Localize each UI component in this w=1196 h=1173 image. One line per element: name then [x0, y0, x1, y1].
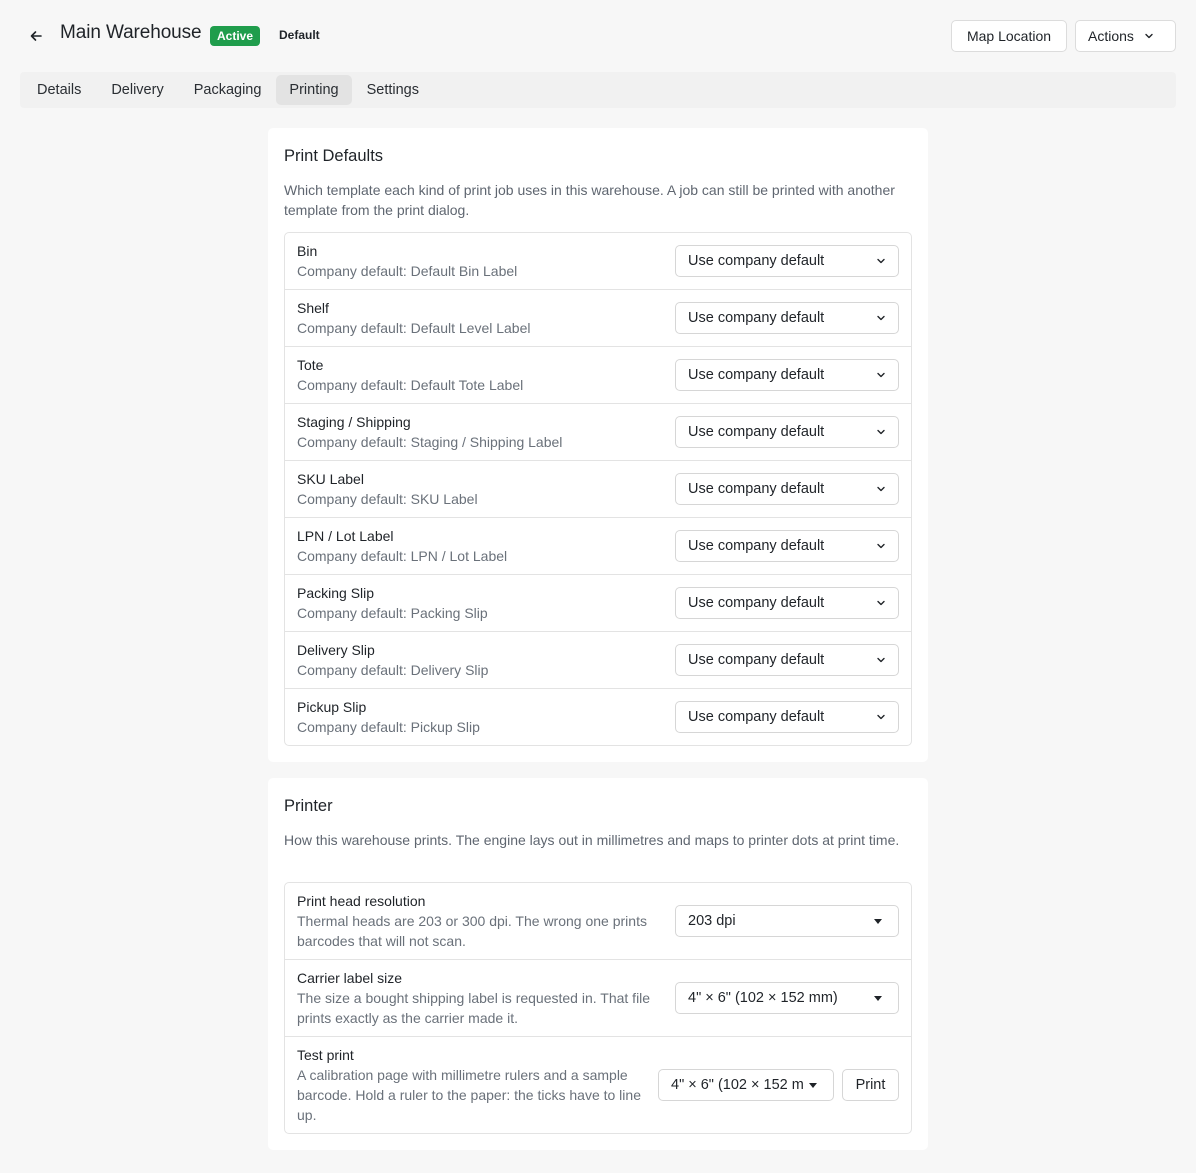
print-default-company-value: Company default: Packing Slip: [297, 605, 488, 621]
map-location-button[interactable]: Map Location: [951, 20, 1067, 52]
resolution-label: Print head resolution: [297, 893, 426, 909]
tab-bar: Details Delivery Packaging Printing Sett…: [20, 72, 1176, 108]
carrier-size-label: Carrier label size: [297, 970, 403, 986]
print-defaults-description: Which template each kind of print job us…: [284, 182, 895, 218]
carrier-size-value: 4" × 6" (102 × 152 mm): [688, 990, 838, 1006]
print-default-select[interactable]: Use company default: [675, 473, 899, 505]
print-default-name: Bin: [297, 243, 318, 259]
tab-details[interactable]: Details: [22, 75, 96, 105]
resolution-hint: Thermal heads are 203 or 300 dpi. The wr…: [297, 913, 647, 949]
chevron-down-icon: [877, 372, 885, 378]
printer-description: How this warehouse prints. The engine la…: [284, 832, 900, 848]
print-default-company-value: Company default: SKU Label: [297, 491, 478, 507]
test-print-size-select[interactable]: 4" × 6" (102 × 152 mm): [658, 1069, 834, 1101]
print-default-select-value: Use company default: [688, 310, 825, 326]
page-title: Main Warehouse: [60, 22, 202, 43]
chevron-down-icon: [877, 486, 885, 492]
print-default-row: Bin Company default: Default Bin Label Use…: [285, 233, 911, 290]
print-default-select-value: Use company default: [688, 652, 825, 668]
printer-card: Printer How this warehouse prints. The e…: [268, 778, 928, 1150]
print-default-row: Tote Company default: Default Tote Label U…: [285, 347, 911, 404]
print-default-select[interactable]: Use company default: [675, 245, 899, 277]
print-default-select-value: Use company default: [688, 709, 825, 725]
tab-delivery[interactable]: Delivery: [96, 75, 178, 105]
chevron-down-icon: [877, 429, 885, 435]
print-default-select[interactable]: Use company default: [675, 302, 899, 334]
caret-down-icon: [874, 918, 882, 924]
print-defaults-title: Print Defaults: [284, 147, 384, 165]
print-default-select-value: Use company default: [688, 367, 825, 383]
chevron-down-icon: [877, 600, 885, 606]
print-default-select-value: Use company default: [688, 424, 825, 440]
default-tag: Default: [279, 28, 320, 42]
carrier-size-hint: The size a bought shipping label is requ…: [297, 990, 651, 1026]
print-default-name: Packing Slip: [297, 585, 375, 601]
print-default-select[interactable]: Use company default: [675, 530, 899, 562]
print-default-company-value: Company default: Default Bin Label: [297, 263, 518, 279]
status-badge: Active: [210, 26, 261, 46]
print-default-company-value: Company default: Default Level Label: [297, 320, 531, 336]
tab-settings[interactable]: Settings: [352, 75, 434, 105]
print-default-row: SKU Label Company default: SKU Label Use c…: [285, 461, 911, 518]
print-default-name: Tote: [297, 357, 324, 373]
print-default-select-value: Use company default: [688, 253, 825, 269]
test-print-hint: A calibration page with millimetre ruler…: [297, 1067, 641, 1123]
carrier-size-select[interactable]: 4" × 6" (102 × 152 mm): [675, 982, 899, 1014]
chevron-down-icon: [877, 657, 885, 663]
test-print-size-value: 4" × 6" (102 × 152 mm): [671, 1077, 803, 1093]
print-default-name: SKU Label: [297, 471, 364, 487]
print-default-company-value: Company default: Pickup Slip: [297, 719, 480, 735]
print-default-row: Delivery Slip Company default: Delivery S…: [285, 632, 911, 689]
page-header: Main Warehouse Active Default Map Locati…: [0, 0, 1196, 72]
resolution-value: 203 dpi: [688, 913, 736, 929]
print-default-name: Delivery Slip: [297, 642, 375, 658]
print-default-select-value: Use company default: [688, 538, 825, 554]
print-default-row: Shelf Company default: Default Level Labe…: [285, 290, 911, 347]
chevron-down-icon: [877, 543, 885, 549]
print-default-name: Pickup Slip: [297, 699, 367, 715]
print-button[interactable]: Print: [842, 1069, 899, 1101]
print-default-company-value: Company default: Default Tote Label: [297, 377, 524, 393]
actions-button-label: Actions: [1088, 28, 1134, 44]
back-arrow-icon[interactable]: [24, 24, 48, 48]
print-default-row: Pickup Slip Company default: Pickup Slip U…: [285, 689, 911, 745]
print-default-company-value: Company default: LPN / Lot Label: [297, 548, 508, 564]
chevron-down-icon: [877, 714, 885, 720]
chevron-down-icon: [877, 315, 885, 321]
caret-down-icon: [874, 995, 882, 1001]
print-default-row: Staging / Shipping Company default: Stagi…: [285, 404, 911, 461]
print-default-select[interactable]: Use company default: [675, 359, 899, 391]
caret-down-icon: [809, 1082, 817, 1088]
printer-settings-list: Print head resolution Thermal heads are …: [284, 882, 912, 1134]
test-print-row: Test print A calibration page with milli…: [285, 1037, 911, 1133]
print-default-select[interactable]: Use company default: [675, 587, 899, 619]
chevron-down-icon: [1145, 33, 1153, 39]
printer-title: Printer: [284, 797, 333, 815]
resolution-row: Print head resolution Thermal heads are …: [285, 883, 911, 960]
print-default-row: LPN / Lot Label Company default: LPN / Lo…: [285, 518, 911, 575]
print-default-select[interactable]: Use company default: [675, 644, 899, 676]
print-default-name: Staging / Shipping: [297, 414, 411, 430]
print-default-select[interactable]: Use company default: [675, 701, 899, 733]
print-default-select[interactable]: Use company default: [675, 416, 899, 448]
chevron-down-icon: [877, 258, 885, 264]
print-default-select-value: Use company default: [688, 481, 825, 497]
print-default-row: Packing Slip Company default: Packing Sli…: [285, 575, 911, 632]
actions-button[interactable]: Actions: [1075, 20, 1176, 52]
test-print-label: Test print: [297, 1047, 354, 1063]
print-default-company-value: Company default: Staging / Shipping Labe…: [297, 434, 563, 450]
print-defaults-list: Bin Company default: Default Bin Label Use…: [284, 232, 912, 746]
print-default-name: Shelf: [297, 300, 329, 316]
print-default-name: LPN / Lot Label: [297, 528, 394, 544]
print-default-select-value: Use company default: [688, 595, 825, 611]
tab-packaging[interactable]: Packaging: [179, 75, 277, 105]
print-default-company-value: Company default: Delivery Slip: [297, 662, 489, 678]
print-defaults-card: Print Defaults Which template each kind …: [268, 128, 928, 762]
tab-printing[interactable]: Printing: [276, 75, 352, 105]
resolution-select[interactable]: 203 dpi: [675, 905, 899, 937]
carrier-size-row: Carrier label size The size a bought shi…: [285, 960, 911, 1037]
